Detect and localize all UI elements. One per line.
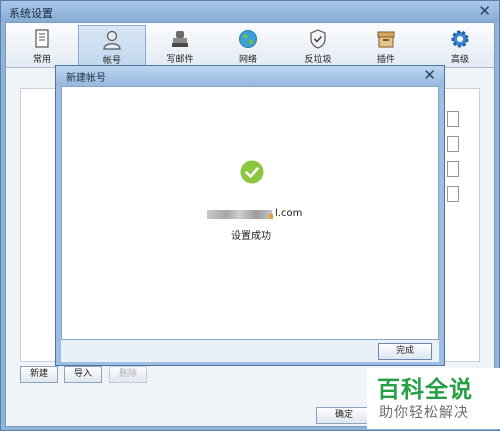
watermark-subtitle: 助你轻松解决 (379, 405, 469, 421)
email-domain: l.com (275, 208, 303, 219)
new-account-dialog: 新建帐号 ✕ l.com 设置成功 完成 (55, 65, 445, 366)
ok-button[interactable]: 确定 (316, 407, 372, 424)
dialog-footer: 完成 (61, 340, 439, 362)
dialog-close-icon[interactable]: ✕ (423, 66, 436, 85)
window-title: 系统设置 (9, 7, 53, 20)
tab-advanced-label: 高级 (450, 55, 469, 65)
dialog-content: l.com 设置成功 (61, 86, 439, 340)
side-control-1[interactable] (447, 111, 459, 127)
email-redacted-part (207, 210, 272, 219)
dialog-titlebar[interactable]: 新建帐号 ✕ (56, 66, 444, 86)
tab-general-label: 常用 (32, 55, 51, 65)
stamp-icon (172, 31, 188, 47)
tab-general[interactable]: 常用 (8, 25, 76, 67)
account-email: l.com (207, 208, 327, 222)
tab-advanced[interactable]: 高级 (426, 25, 494, 67)
tab-compose[interactable]: 写邮件 (146, 25, 214, 67)
done-button[interactable]: 完成 (378, 343, 432, 360)
settings-toolbar: 常用 帐号 写邮件 网络 反垃圾 插件 高级 (6, 23, 494, 68)
tab-plugins-label: 插件 (376, 55, 395, 65)
import-button[interactable]: 导入 (64, 366, 102, 383)
tab-network-label: 网络 (238, 55, 257, 65)
watermark-title: 百科全说 (377, 377, 473, 403)
tab-plugins[interactable]: 插件 (352, 25, 420, 67)
side-control-3[interactable] (447, 161, 459, 177)
email-redaction-mark (269, 214, 273, 219)
side-control-4[interactable] (447, 186, 459, 202)
watermark-logo: 百科全说 助你轻松解决 (367, 368, 500, 429)
new-account-button[interactable]: 新建 (20, 366, 58, 383)
delete-button[interactable]: 删除 (109, 366, 147, 383)
window-titlebar[interactable]: 系统设置 ✕ (1, 1, 499, 22)
side-control-2[interactable] (447, 136, 459, 152)
document-icon (35, 29, 49, 48)
user-icon (103, 30, 121, 50)
tab-antispam-label: 反垃圾 (304, 55, 332, 65)
window-close-icon[interactable]: ✕ (478, 2, 491, 20)
tab-account[interactable]: 帐号 (78, 25, 146, 67)
tab-compose-label: 写邮件 (166, 55, 194, 65)
success-check-icon (240, 160, 264, 184)
gear-icon (451, 30, 469, 48)
status-message: 设置成功 (231, 231, 271, 242)
shield-icon (310, 29, 326, 49)
globe-icon (239, 30, 257, 48)
dialog-title: 新建帐号 (66, 73, 106, 84)
tab-network[interactable]: 网络 (214, 25, 282, 67)
box-icon (377, 31, 395, 48)
tab-antispam[interactable]: 反垃圾 (284, 25, 352, 67)
